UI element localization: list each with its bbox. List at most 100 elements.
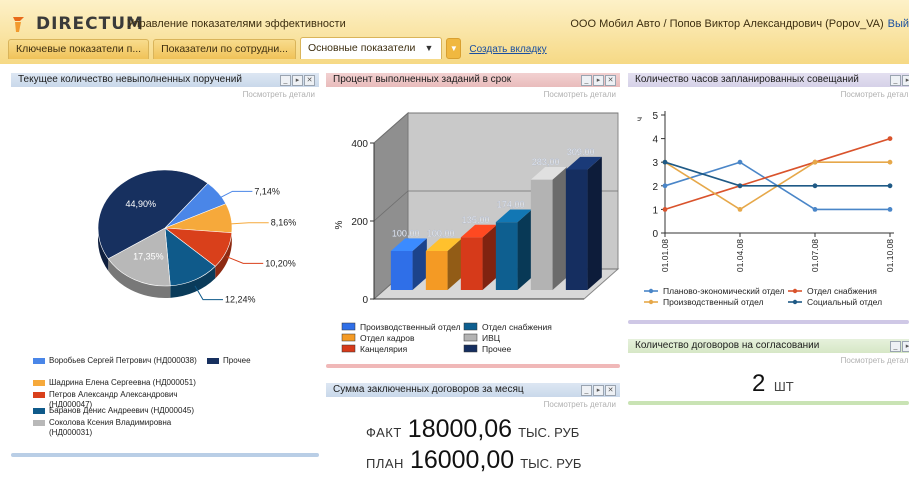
close-icon[interactable]: ✕	[304, 75, 315, 86]
contracts-count-row: 2 ШТ	[752, 370, 794, 398]
line-legend-label: Социальный отдел	[807, 297, 882, 307]
legend-swatch	[33, 420, 45, 426]
directum-logo-icon	[12, 15, 32, 33]
line-legend-dot	[792, 288, 798, 294]
y-tick-label: 5	[652, 111, 658, 122]
bar-data-label: 174,00	[497, 200, 525, 210]
tab-menu-button[interactable]: ▼	[446, 38, 462, 59]
legend-label: Воробьев Сергей Петрович (НД000038)	[49, 356, 197, 365]
x-tick-label: 01.01.08	[660, 239, 670, 272]
tab-main-indicators[interactable]: Основные показатели ▼	[299, 37, 443, 59]
plan-row: ПЛАН 16000,00 ТЫС. РУБ	[366, 446, 581, 475]
minimize-icon[interactable]: _	[581, 385, 592, 396]
y-tick-label: 4	[652, 135, 658, 146]
view-details-link[interactable]: Посмотреть детали	[544, 400, 616, 409]
pie-data-label: 7,14%	[254, 186, 280, 196]
pie-data-label: 8,16%	[271, 218, 297, 228]
bar-data-label: 100,00	[427, 228, 455, 238]
pie-leader-line	[230, 222, 269, 225]
legend-label: Соколова Ксения Владимировна (НД000031)	[49, 418, 172, 437]
fact-value: 18000,06	[407, 415, 513, 443]
line-legend-label: Планово-экономический отдел	[663, 286, 785, 296]
bar	[425, 251, 448, 290]
bar-side	[552, 167, 567, 290]
close-icon[interactable]: ✕	[605, 385, 616, 396]
pie-data-label: 10,20%	[265, 258, 296, 268]
bar	[390, 251, 413, 290]
view-details-link[interactable]: Посмотреть детали	[841, 356, 909, 365]
create-tab-link[interactable]: Создать вкладку	[469, 40, 546, 59]
view-details-link[interactable]: Посмотреть детали	[243, 90, 315, 99]
bar-data-label: 309,00	[567, 147, 595, 157]
header-bar: DIRECTUM Управление показателями эффекти…	[0, 0, 909, 64]
tab-bar: Ключевые показатели п... Показатели по с…	[8, 37, 547, 59]
bar-side	[587, 156, 602, 290]
series-point	[662, 159, 668, 165]
contracts-count-unit: ШТ	[773, 379, 794, 394]
y-tick-label: 1	[652, 205, 658, 216]
x-tick-label: 01.10.08	[885, 239, 895, 272]
bar-side	[517, 209, 532, 290]
window-controls: _ ▸	[889, 341, 909, 352]
panel-footer	[11, 453, 319, 457]
user-name: ООО Мобил Авто / Попов Виктор Александро…	[570, 18, 884, 30]
tab-employee-indicators[interactable]: Показатели по сотрудни...	[153, 39, 296, 59]
legend-swatch	[33, 408, 45, 414]
panel-title: Сумма заключенных договоров за месяц	[326, 383, 620, 397]
pie-leader-line	[217, 190, 253, 200]
fact-label: ФАКТ	[366, 425, 402, 440]
tab-main-indicators-label: Основные показатели	[307, 42, 416, 54]
series-point	[737, 183, 743, 189]
minimize-icon[interactable]: _	[890, 341, 901, 352]
series-point	[662, 207, 668, 212]
plan-label: ПЛАН	[366, 456, 404, 471]
panel-footer	[326, 364, 620, 368]
bar-legend-swatch	[341, 322, 356, 331]
exit-link[interactable]: Вый	[888, 18, 909, 30]
line-legend-dot	[648, 299, 654, 305]
pie-data-label: 17,35%	[133, 251, 164, 261]
series-point	[887, 183, 893, 189]
series-point	[887, 159, 893, 165]
maximize-icon[interactable]: ▸	[292, 75, 303, 86]
panel-title: Текущее количество невыполненных поручен…	[11, 73, 319, 87]
y-axis-label: %	[334, 220, 345, 229]
y-tick-label: 400	[351, 139, 368, 150]
line-legend-label: Отдел снабжения	[807, 286, 877, 296]
app-title: Управление показателями эффективности	[127, 18, 346, 30]
maximize-icon[interactable]: ▸	[902, 341, 909, 352]
bar-legend-label: Канцелярия	[360, 344, 408, 354]
series-point	[812, 159, 818, 165]
bar-legend-swatch	[463, 333, 478, 342]
legend-swatch	[33, 380, 45, 386]
legend-swatch	[207, 358, 219, 364]
panel-tasks-on-time: Процент выполненных заданий в срок _ ▸ ✕ П…	[326, 73, 620, 372]
window-controls: _ ▸ ✕	[580, 385, 616, 396]
contracts-count-value: 2	[752, 370, 766, 397]
x-tick-label: 01.07.08	[810, 239, 820, 272]
chevron-down-icon[interactable]: ▼	[424, 38, 433, 59]
tab-key-indicators[interactable]: Ключевые показатели п...	[8, 39, 150, 59]
y-tick-label: 0	[362, 295, 368, 306]
plan-unit: ТЫС. РУБ	[520, 456, 582, 471]
fact-unit: ТЫС. РУБ	[518, 425, 580, 440]
legend-label: Баранов Денис Андреевич (НД000045)	[49, 406, 195, 415]
y-tick-label: 0	[652, 229, 658, 240]
series-point	[812, 183, 818, 189]
bar-legend-swatch	[341, 333, 356, 342]
plan-value: 16000,00	[409, 446, 515, 474]
fact-row: ФАКТ 18000,06 ТЫС. РУБ	[366, 415, 579, 444]
bar-legend-label: Отдел кадров	[360, 333, 415, 343]
x-tick-label: 01.04.08	[735, 239, 745, 272]
panel-footer	[628, 401, 909, 405]
pie-leader-line	[226, 256, 264, 264]
maximize-icon[interactable]: ▸	[593, 385, 604, 396]
line-legend-dot	[648, 288, 654, 294]
window-controls: _ ▸ ✕	[279, 75, 315, 86]
bar-data-label: 100,00	[392, 228, 420, 238]
minimize-icon[interactable]: _	[280, 75, 291, 86]
logo: DIRECTUM	[12, 13, 144, 35]
panel-contracts-count: Количество договоров на согласовании _ ▸ …	[628, 339, 909, 407]
line-legend-dot	[792, 299, 798, 305]
series-point	[737, 207, 743, 212]
